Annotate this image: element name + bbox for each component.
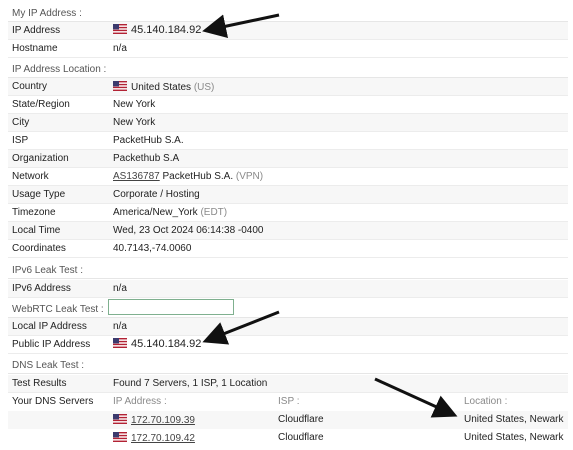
- arrow-annotation: [374, 377, 458, 418]
- ip-info-page: My IP Address : IP Address 45.140.184.92…: [0, 0, 573, 450]
- arrow-annotation: [202, 310, 280, 345]
- annotation-arrows: [202, 13, 458, 418]
- arrow-annotation: [202, 13, 280, 39]
